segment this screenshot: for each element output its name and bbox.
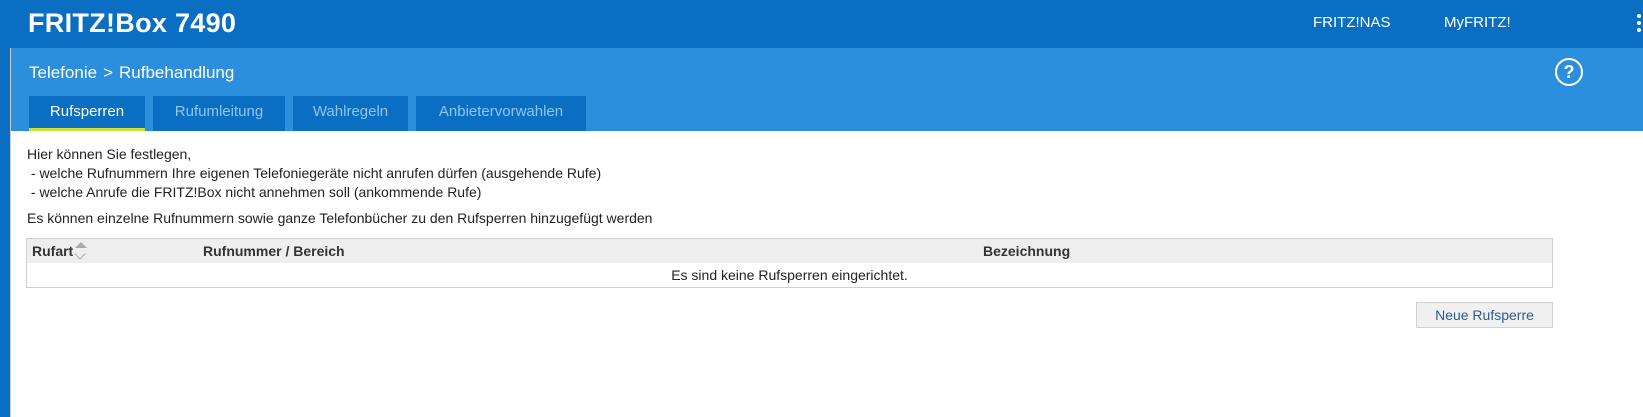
breadcrumb-current: Rufbehandlung — [119, 63, 235, 82]
intro-text: Hier können Sie festlegen, - welche Rufn… — [27, 145, 652, 228]
column-header-rufart[interactable]: Rufart — [32, 243, 73, 259]
page-header: Telefonie > Rufbehandlung ? Rufsperren Ruf… — [11, 48, 1643, 131]
column-header-bezeichnung: Bezeichnung — [983, 243, 1071, 259]
top-bar: FRITZ!Box 7490 FRITZ!NAS MyFRITZ! — [0, 0, 1643, 48]
chevron-right-icon: > — [103, 63, 113, 82]
table-header: Rufart Rufnummer / Bereich Bezeichnung — [27, 239, 1552, 263]
intro-line: - welche Rufnummern Ihre eigenen Telefon… — [27, 165, 602, 181]
intro-line: Es können einzelne Rufnummern sowie ganz… — [27, 210, 653, 226]
blocklist-table: Rufart Rufnummer / Bereich Bezeichnung E… — [26, 238, 1553, 288]
breadcrumb-parent[interactable]: Telefonie — [29, 63, 97, 82]
help-icon[interactable]: ? — [1555, 58, 1583, 86]
intro-line: - welche Anrufe die FRITZ!Box nicht anne… — [27, 184, 482, 200]
new-block-button[interactable]: Neue Rufsperre — [1416, 302, 1553, 328]
brand-title: FRITZ!Box 7490 — [28, 8, 237, 38]
fritz-nas-link[interactable]: FRITZ!NAS — [1313, 14, 1391, 31]
content-frame: Telefonie > Rufbehandlung ? Rufsperren Ruf… — [10, 48, 1643, 417]
intro-line: Hier können Sie festlegen, — [27, 146, 192, 162]
tab-rufsperren[interactable]: Rufsperren — [29, 96, 145, 131]
myfritz-link[interactable]: MyFRITZ! — [1444, 14, 1511, 31]
tab-wahlregeln[interactable]: Wahlregeln — [293, 96, 408, 131]
tab-rufumleitung[interactable]: Rufumleitung — [153, 96, 285, 131]
more-menu-icon[interactable] — [1635, 14, 1643, 34]
breadcrumb: Telefonie > Rufbehandlung — [29, 63, 234, 83]
tab-anbietervorwahlen[interactable]: Anbietervorwahlen — [416, 96, 586, 131]
sort-icon[interactable] — [74, 242, 87, 260]
column-header-rufnummer: Rufnummer / Bereich — [203, 243, 345, 259]
empty-message: Es sind keine Rufsperren eingerichtet. — [671, 267, 908, 283]
